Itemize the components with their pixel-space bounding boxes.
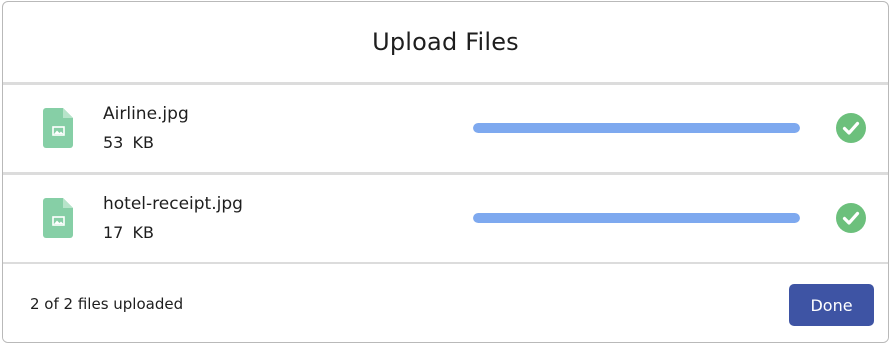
upload-status-text: 2 of 2 files uploaded xyxy=(30,295,184,313)
upload-files-dialog: Upload Files Airline.jpg 53 KB hotel-rec… xyxy=(2,1,889,343)
dialog-footer: 2 of 2 files uploaded Done xyxy=(3,264,888,342)
upload-progress-bar xyxy=(473,213,800,223)
file-row: Airline.jpg 53 KB xyxy=(3,85,888,175)
file-row: hotel-receipt.jpg 17 KB xyxy=(3,175,888,265)
dialog-header: Upload Files xyxy=(3,2,888,85)
upload-progress-fill xyxy=(473,213,800,223)
file-size: 17 KB xyxy=(103,223,154,242)
upload-progress-fill xyxy=(473,123,800,133)
image-file-icon xyxy=(43,108,73,148)
file-size: 53 KB xyxy=(103,133,154,152)
dialog-title: Upload Files xyxy=(372,28,519,56)
check-circle-icon xyxy=(836,113,866,143)
done-button[interactable]: Done xyxy=(789,284,874,326)
check-circle-icon xyxy=(836,203,866,233)
image-file-icon xyxy=(43,198,73,238)
upload-progress-bar xyxy=(473,123,800,133)
file-name: Airline.jpg xyxy=(103,104,189,124)
file-name: hotel-receipt.jpg xyxy=(103,194,243,214)
